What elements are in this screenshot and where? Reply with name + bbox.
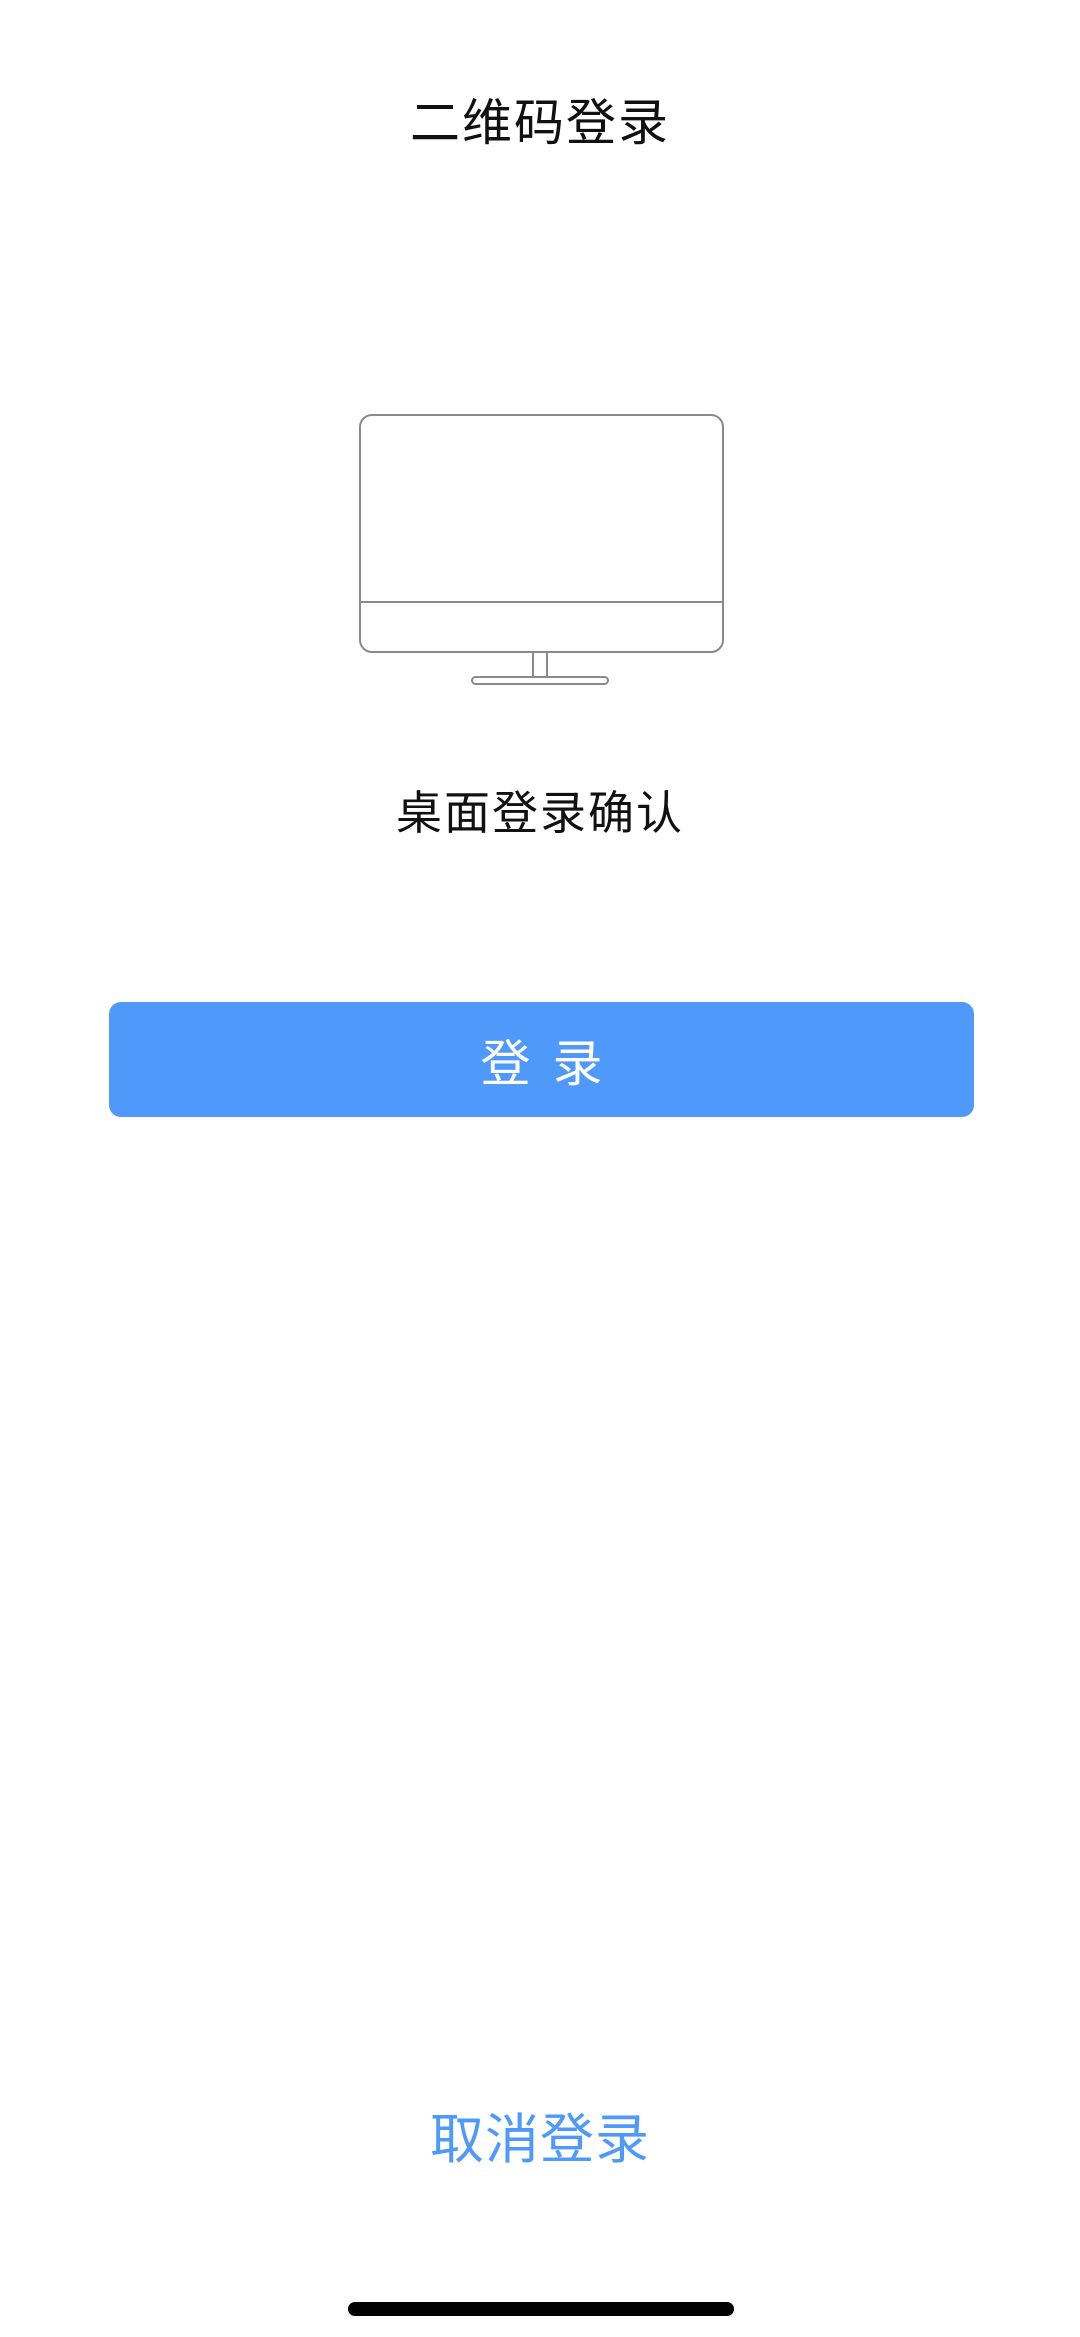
monitor-frame — [359, 414, 724, 653]
desktop-monitor-icon — [359, 414, 724, 685]
monitor-base — [471, 676, 609, 685]
home-indicator[interactable] — [348, 2302, 734, 2316]
desktop-login-confirm-text: 桌面登录确认 — [396, 786, 684, 840]
login-button[interactable]: 登录 — [109, 1002, 974, 1117]
cancel-login-button[interactable]: 取消登录 — [0, 2100, 1080, 2180]
page-title: 二维码登录 — [410, 94, 670, 152]
